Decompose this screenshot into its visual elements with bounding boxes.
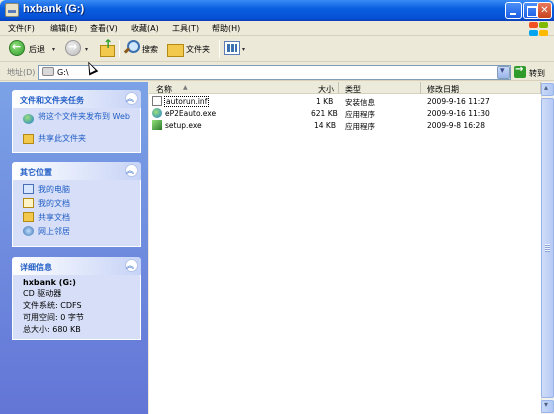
web-publish-icon (23, 114, 34, 124)
other-places-header[interactable]: 其它位置 (12, 162, 141, 180)
file-size: 1 KB (316, 97, 334, 106)
menu-help[interactable]: 帮助(H) (212, 23, 240, 34)
windows-logo-icon (527, 22, 551, 38)
close-button[interactable]: ✕ (537, 2, 552, 19)
file-type: 应用程序 (345, 110, 375, 119)
details-header[interactable]: 详细信息 (12, 257, 141, 275)
file-type: 应用程序 (345, 122, 375, 131)
minimize-icon (506, 3, 521, 18)
details-drive-name: hxbank (G:) (23, 278, 76, 287)
column-name-label[interactable]: 名称 (156, 84, 172, 95)
back-button-label[interactable]: 后退 (29, 44, 45, 55)
folders-button-label[interactable]: 文件夹 (186, 44, 210, 55)
setup-exe-icon (152, 120, 162, 130)
scrollbar-thumb[interactable] (541, 98, 554, 398)
file-modified: 2009-9-16 11:27 (427, 97, 490, 106)
toolbar-separator (119, 40, 120, 58)
place-network[interactable]: 网上邻居 (38, 227, 70, 236)
other-places-title: 其它位置 (20, 168, 52, 177)
file-modified: 2009-9-8 16:28 (427, 121, 486, 130)
address-dropdown-icon[interactable] (497, 66, 510, 79)
file-type: 安装信息 (345, 98, 375, 107)
menu-view[interactable]: 查看(V) (90, 23, 118, 34)
go-button-label[interactable]: 转到 (529, 68, 545, 79)
details-free-space: 可用空间: 0 字节 (23, 313, 84, 322)
folders-icon[interactable] (167, 41, 184, 57)
close-icon: ✕ (540, 5, 549, 16)
details-drive-type: CD 驱动器 (23, 289, 62, 298)
column-size-label[interactable]: 大小 (318, 84, 334, 95)
file-tasks-panel: 文件和文件夹任务 将这个文件夹发布到 Web 共享此文件夹 (12, 90, 141, 153)
collapse-icon[interactable] (125, 164, 138, 177)
menu-favorites[interactable]: 收藏(A) (131, 23, 159, 34)
column-type-label[interactable]: 类型 (345, 84, 361, 95)
file-tasks-title: 文件和文件夹任务 (20, 96, 84, 105)
address-value[interactable]: G:\ (57, 68, 69, 77)
place-my-documents[interactable]: 我的文档 (38, 199, 70, 208)
address-input[interactable] (38, 65, 511, 80)
address-label: 地址(D) (7, 68, 36, 77)
task-share-folder[interactable]: 共享此文件夹 (38, 134, 86, 143)
search-icon[interactable] (123, 40, 140, 56)
details-body: hxbank (G:) CD 驱动器 文件系统: CDFS 可用空间: 0 字节… (12, 275, 141, 340)
file-size: 621 KB (311, 109, 338, 118)
column-modified-label[interactable]: 修改日期 (427, 84, 459, 95)
details-panel: 详细信息 hxbank (G:) CD 驱动器 文件系统: CDFS 可用空间:… (12, 257, 141, 340)
menu-bar (0, 21, 554, 36)
file-size: 14 KB (314, 121, 336, 130)
my-computer-icon (23, 184, 34, 194)
sort-ascending-icon: ▲ (183, 84, 188, 91)
scroll-down-icon[interactable] (541, 400, 554, 413)
place-my-computer[interactable]: 我的电脑 (38, 185, 70, 194)
minimize-button[interactable] (505, 2, 522, 19)
collapse-icon[interactable] (125, 259, 138, 272)
views-dropdown-icon[interactable]: ▾ (242, 46, 245, 53)
inf-file-icon (152, 96, 162, 106)
share-folder-icon (23, 134, 34, 144)
search-button-label[interactable]: 搜索 (142, 44, 158, 55)
forward-dropdown-icon[interactable]: ▾ (85, 46, 88, 53)
menu-file[interactable]: 文件(F) (8, 23, 35, 34)
other-places-body: 我的电脑 我的文档 共享文档 网上邻居 (12, 180, 141, 247)
file-tasks-body: 将这个文件夹发布到 Web 共享此文件夹 (12, 108, 141, 153)
back-dropdown-icon[interactable]: ▾ (52, 46, 55, 53)
toolbar (0, 37, 554, 62)
file-name[interactable]: autorun.inf (164, 96, 210, 107)
scroll-up-icon[interactable] (541, 83, 554, 96)
explorer-window: hxbank (G:) ✕ 文件(F) 编辑(E) 查看(V) 收藏(A) 工具… (0, 0, 554, 414)
menu-edit[interactable]: 编辑(E) (50, 23, 77, 34)
column-header-name[interactable] (149, 82, 339, 94)
file-name[interactable]: eP2Eauto.exe (165, 109, 216, 118)
place-shared-documents[interactable]: 共享文档 (38, 213, 70, 222)
task-publish-web[interactable]: 将这个文件夹发布到 Web (38, 112, 136, 121)
my-documents-icon (23, 198, 34, 208)
cd-drive-icon (42, 67, 54, 76)
shared-documents-icon (23, 212, 34, 222)
up-folder-icon[interactable] (99, 37, 115, 57)
network-places-icon (23, 226, 34, 236)
menu-tools[interactable]: 工具(T) (172, 23, 199, 34)
toolbar-separator (219, 40, 220, 58)
details-total-size: 总大小: 680 KB (23, 325, 81, 334)
other-places-panel: 其它位置 我的电脑 我的文档 共享文档 网上邻居 (12, 162, 141, 247)
exe-file-icon (152, 108, 162, 118)
window-title: hxbank (G:) (23, 3, 85, 15)
drive-icon (5, 3, 19, 17)
details-file-system: 文件系统: CDFS (23, 301, 82, 310)
views-icon[interactable] (224, 41, 240, 55)
back-arrow-icon[interactable] (9, 40, 25, 56)
details-title: 详细信息 (20, 263, 52, 272)
go-arrow-icon[interactable] (514, 64, 526, 78)
file-tasks-header[interactable]: 文件和文件夹任务 (12, 90, 141, 108)
file-name[interactable]: setup.exe (165, 121, 202, 130)
forward-arrow-icon[interactable] (65, 40, 81, 56)
file-modified: 2009-9-16 11:30 (427, 109, 490, 118)
collapse-icon[interactable] (125, 92, 138, 105)
